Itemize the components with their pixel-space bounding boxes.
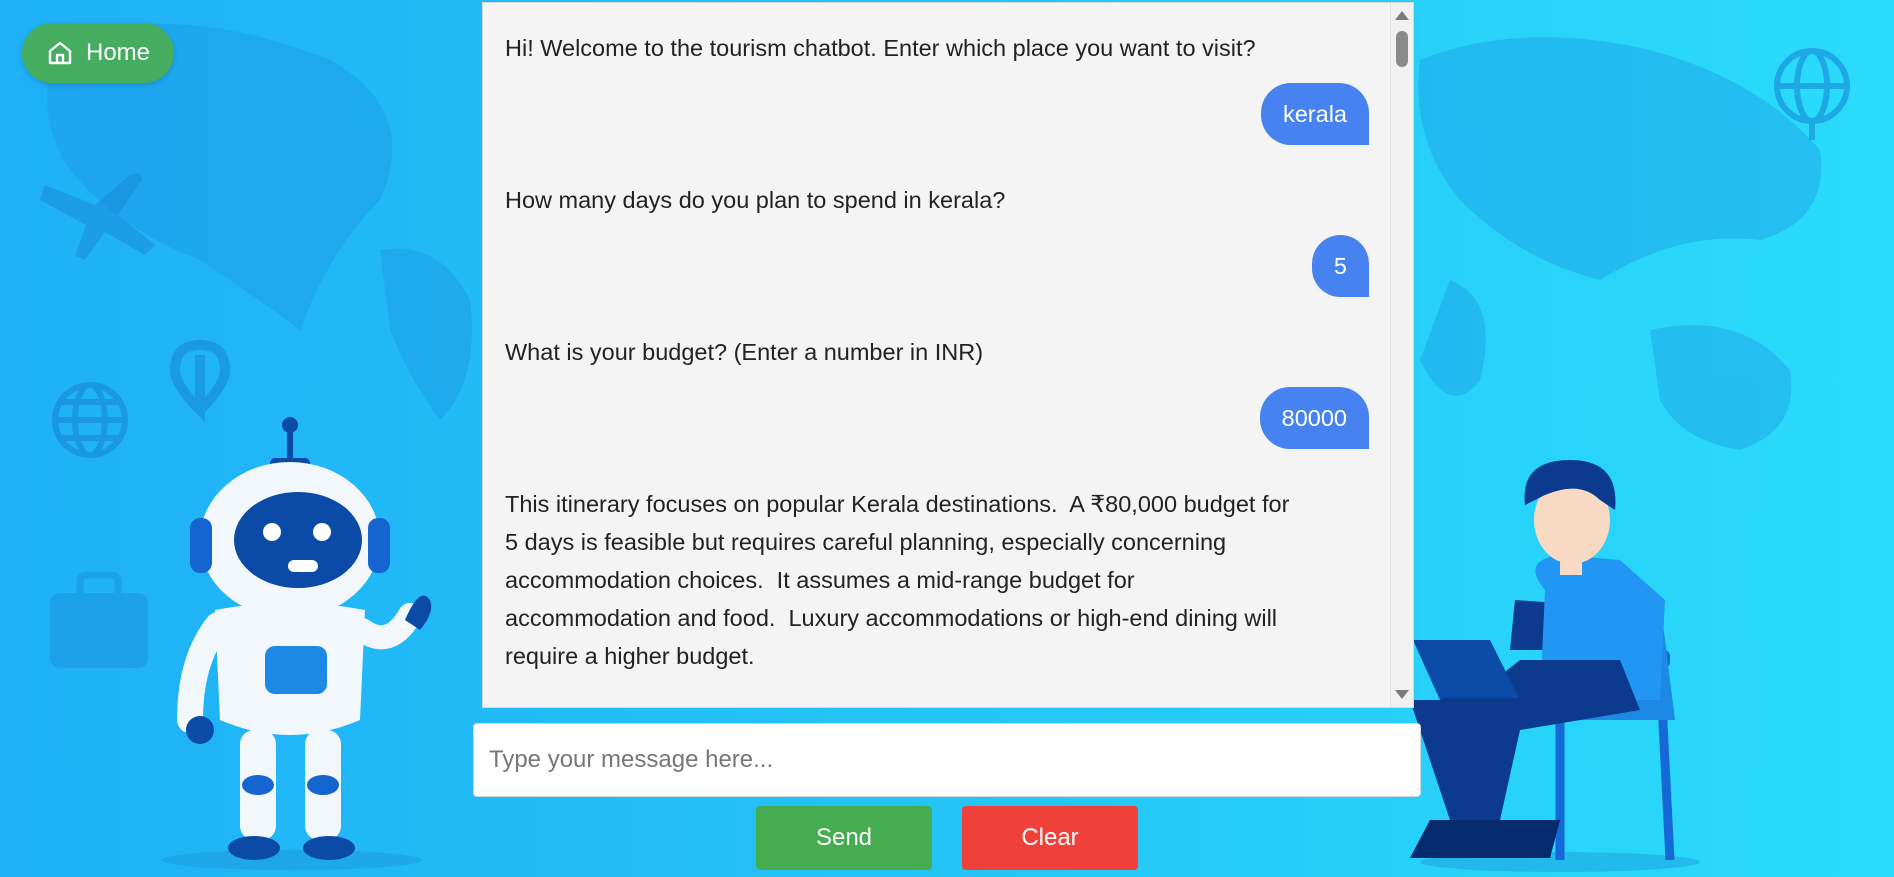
globe-icon-left bbox=[52, 382, 128, 458]
robot-illustration bbox=[162, 417, 432, 870]
bot-message: How many days do you plan to spend in ke… bbox=[505, 187, 1006, 213]
bot-message: Hi! Welcome to the tourism chatbot. Ente… bbox=[505, 35, 1256, 61]
suitcase-icon bbox=[50, 571, 148, 668]
home-button-label: Home bbox=[85, 39, 151, 66]
clear-button[interactable]: Clear bbox=[962, 806, 1138, 870]
location-pin-icon bbox=[169, 339, 231, 423]
home-button[interactable]: Home bbox=[22, 23, 174, 83]
user-message-row: 5 bbox=[505, 235, 1369, 297]
user-message: kerala bbox=[1260, 83, 1369, 145]
home-icon bbox=[48, 41, 72, 65]
scroll-down-arrow-icon[interactable] bbox=[1395, 690, 1409, 699]
user-message: 5 bbox=[1311, 235, 1369, 297]
send-button[interactable]: Send bbox=[756, 806, 932, 870]
bot-message: This itinerary focuses on popular Kerala… bbox=[505, 491, 1296, 669]
chat-messages[interactable]: Hi! Welcome to the tourism chatbot. Ente… bbox=[483, 3, 1391, 707]
chat-scrollbar[interactable] bbox=[1390, 3, 1413, 707]
scroll-thumb[interactable] bbox=[1396, 31, 1408, 67]
chat-window: Hi! Welcome to the tourism chatbot. Ente… bbox=[482, 2, 1414, 708]
user-message-row: kerala bbox=[505, 83, 1369, 145]
scroll-up-arrow-icon[interactable] bbox=[1395, 11, 1409, 20]
message-input[interactable] bbox=[473, 723, 1421, 797]
bot-message: What is your budget? (Enter a number in … bbox=[505, 339, 984, 365]
user-message-row: 80000 bbox=[505, 387, 1369, 449]
user-message: 80000 bbox=[1259, 387, 1369, 449]
